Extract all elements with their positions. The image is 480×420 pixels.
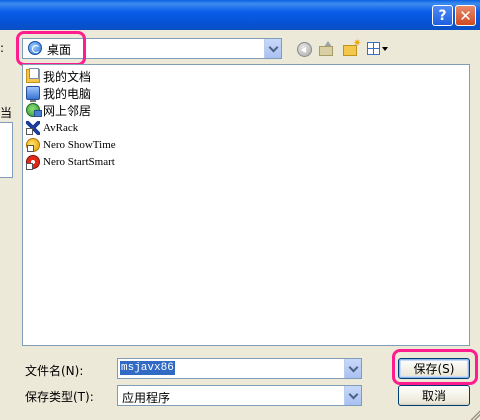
help-button[interactable]: ? xyxy=(432,5,453,26)
highlight-save-in xyxy=(16,31,86,66)
nero-startsmart-shortcut-icon xyxy=(26,155,40,170)
my-computer-icon xyxy=(26,86,40,102)
filename-input[interactable]: msjavx86 xyxy=(120,361,175,375)
close-icon: ✕ xyxy=(459,6,472,25)
filetype-value: 应用程序 xyxy=(122,391,171,405)
network-places-icon xyxy=(26,103,42,117)
back-icon[interactable] xyxy=(297,42,312,57)
list-item-label: 我的文档 xyxy=(43,69,92,84)
views-menu-icon[interactable] xyxy=(367,41,389,57)
filename-label: 文件名(N): xyxy=(25,364,84,378)
list-item-label: 网上邻居 xyxy=(43,103,92,118)
resize-grip[interactable] xyxy=(468,408,480,420)
file-list[interactable]: 我的文档 我的电脑 网上邻居 AvRack Nero ShowTime Nero… xyxy=(22,64,470,346)
nero-showtime-shortcut-icon xyxy=(26,138,40,152)
filetype-dropdown[interactable]: 应用程序 xyxy=(117,385,362,406)
help-icon: ? xyxy=(438,7,447,24)
up-folder-icon[interactable] xyxy=(319,41,335,57)
places-bar-label: 当 xyxy=(0,106,13,120)
list-item[interactable]: 我的电脑 xyxy=(26,85,92,102)
filetype-label: 保存类型(T): xyxy=(25,390,94,404)
list-item-label: AvRack xyxy=(43,122,79,134)
avrack-shortcut-icon xyxy=(26,121,40,135)
list-item[interactable]: AvRack xyxy=(26,120,78,136)
new-folder-icon[interactable]: ✷ xyxy=(343,38,361,57)
list-item-label: 我的电脑 xyxy=(43,86,92,101)
my-documents-icon xyxy=(26,68,40,83)
list-item[interactable]: Nero ShowTime xyxy=(26,137,116,153)
title-bar: ? ✕ xyxy=(0,0,480,30)
highlight-save-button xyxy=(392,349,478,385)
list-item[interactable]: Nero StartSmart xyxy=(26,154,115,170)
list-item-label: Nero ShowTime xyxy=(43,139,116,151)
list-item-label: Nero StartSmart xyxy=(43,156,115,168)
list-item[interactable]: 我的文档 xyxy=(26,68,91,84)
places-bar[interactable] xyxy=(0,122,13,178)
chevron-down-icon[interactable] xyxy=(344,386,361,405)
list-item[interactable]: 网上邻居 xyxy=(26,102,91,118)
close-button[interactable]: ✕ xyxy=(455,5,476,26)
cancel-button[interactable]: 取消 xyxy=(398,385,470,406)
chevron-down-icon[interactable] xyxy=(264,39,281,58)
filename-combo[interactable]: msjavx86 xyxy=(117,358,362,379)
save-in-label: : xyxy=(0,41,5,55)
chevron-down-icon[interactable] xyxy=(344,359,361,378)
